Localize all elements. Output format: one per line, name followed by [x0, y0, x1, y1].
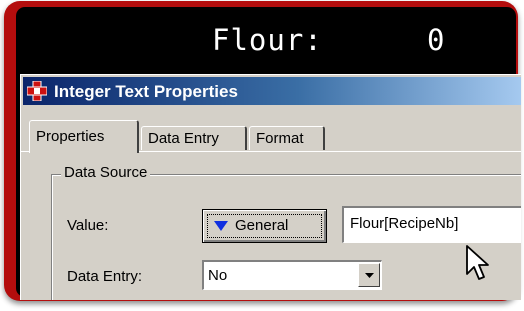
- value-label: Value:: [67, 217, 109, 234]
- general-source-button[interactable]: General: [202, 209, 327, 243]
- value-field[interactable]: Flour[RecipeNb]: [342, 206, 521, 243]
- display-label: Flour:: [212, 23, 323, 57]
- dialog-titlebar[interactable]: Integer Text Properties: [23, 77, 521, 105]
- data-entry-value: No: [208, 267, 228, 284]
- general-button-label: General: [235, 217, 289, 234]
- tab-properties[interactable]: Properties: [29, 120, 139, 153]
- tab-strip: Properties Data Entry Format: [21, 118, 521, 153]
- tab-format[interactable]: Format: [249, 126, 325, 150]
- triangle-down-icon: [214, 221, 228, 231]
- dropdown-button[interactable]: [358, 263, 380, 287]
- display-value: 0: [427, 23, 445, 57]
- dialog-title: Integer Text Properties: [54, 82, 238, 101]
- properties-panel: Data Source Value: General Flour[RecipeN…: [29, 152, 521, 300]
- app-logo-icon: [27, 81, 47, 101]
- tab-data-entry[interactable]: Data Entry: [141, 126, 247, 150]
- data-entry-select[interactable]: No: [202, 260, 382, 290]
- properties-dialog: Integer Text Properties Properties Data …: [20, 74, 521, 300]
- group-legend: Data Source: [61, 164, 151, 181]
- chevron-down-icon: [365, 273, 374, 278]
- data-entry-label: Data Entry:: [67, 268, 143, 285]
- display-row: Flour: 0: [16, 7, 516, 69]
- mouse-cursor-icon: [466, 245, 489, 280]
